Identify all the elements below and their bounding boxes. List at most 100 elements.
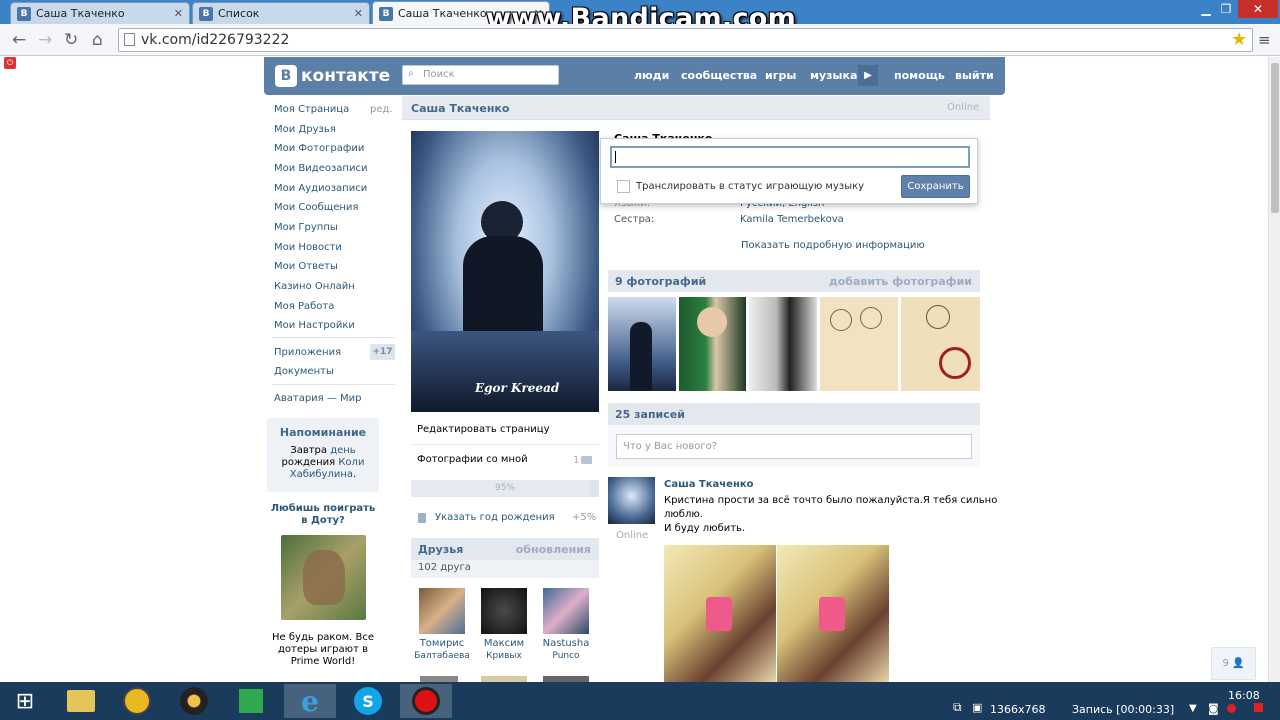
close-icon[interactable]: ✕ [354, 7, 363, 20]
start-button[interactable]: ⊞ [0, 684, 50, 718]
menu-news[interactable]: Мои Новости [274, 242, 342, 253]
chevron-down-icon[interactable]: ▼ [1189, 703, 1197, 714]
stop-icon[interactable] [1254, 703, 1263, 712]
vk-logo[interactable]: В контакте [275, 65, 390, 87]
close-icon[interactable]: ✕ [174, 7, 183, 20]
profile-avatar[interactable]: Egor Kreead [411, 131, 599, 412]
search-input[interactable]: ⌕ Поиск [402, 65, 559, 85]
photos-with-me-link[interactable]: Фотографии со мной [417, 454, 528, 465]
camera-icon[interactable]: ◙ [1208, 702, 1219, 715]
bandicam-taskbar-button[interactable] [400, 684, 452, 718]
show-details-link[interactable]: Показать подробную информацию [741, 240, 925, 251]
friend-avatar[interactable] [543, 588, 589, 634]
back-arrow-icon[interactable]: ← [12, 30, 26, 50]
photo-thumbnail[interactable] [901, 297, 980, 391]
nav-games[interactable]: игры [765, 69, 796, 82]
app-taskbar-button[interactable] [168, 684, 220, 718]
store-taskbar-button[interactable] [225, 684, 277, 718]
menu-icon[interactable]: ≡ [1258, 31, 1271, 49]
photo-thumbnail[interactable] [749, 297, 817, 391]
sister-value[interactable]: Kamila Temerbekova [740, 214, 844, 225]
browser-tab[interactable]: В Саша Ткаченко ✕ [10, 2, 190, 24]
menu-work[interactable]: Моя Работа [274, 301, 334, 312]
menu-friends[interactable]: Мои Друзья [274, 124, 336, 135]
record-dot-icon[interactable] [1227, 704, 1236, 713]
im-counter[interactable]: 9 👤 [1211, 647, 1256, 680]
scrollbar[interactable] [1268, 57, 1280, 683]
ad-text[interactable]: Не будь раком. Все дотеры играют в Prime… [267, 632, 379, 668]
friends-count[interactable]: 102 друга [411, 560, 599, 578]
menu-photos[interactable]: Мои Фотографии [274, 143, 364, 154]
camera-icon[interactable]: ▣ [972, 701, 982, 714]
menu-videos[interactable]: Мои Видеозаписи [274, 163, 367, 174]
star-icon[interactable]: ★ [1231, 29, 1247, 50]
broadcast-music-checkbox[interactable] [617, 180, 630, 193]
reminder-name-link[interactable]: Хабибулина [290, 469, 353, 480]
reload-icon[interactable]: ↻ [64, 30, 78, 50]
minimize-icon[interactable]: ▁ [1196, 0, 1216, 18]
skype-taskbar-button[interactable]: S [342, 684, 394, 718]
play-icon[interactable]: ▶ [858, 65, 878, 86]
photos-header[interactable]: 9 фотографий добавить фотографии [608, 270, 980, 292]
ie-taskbar-button[interactable]: e [284, 684, 336, 718]
photo-thumbnail[interactable] [679, 297, 746, 391]
lock-icon [418, 513, 426, 523]
home-icon[interactable]: ⌂ [92, 30, 103, 50]
browser-tab[interactable]: В Список ✕ [192, 2, 370, 24]
friend-card[interactable]: Nastusha Punco [536, 588, 596, 662]
posts-header[interactable]: 25 записей [608, 403, 980, 425]
forward-arrow-icon[interactable]: → [38, 30, 52, 50]
maximize-icon[interactable]: ❐ [1216, 0, 1236, 18]
menu-answers[interactable]: Мои Ответы [274, 261, 338, 272]
menu-my-page[interactable]: Моя Страница [274, 104, 349, 115]
menu-audio[interactable]: Мои Аудиозаписи [274, 183, 367, 194]
friend-card[interactable]: Томирис Балтабаева [412, 588, 472, 662]
window-close-icon[interactable]: ✕ [1238, 0, 1278, 18]
edit-page-link[interactable]: Редактировать страницу [417, 424, 550, 435]
window-icon[interactable]: ⧉ [953, 700, 962, 715]
post-author-avatar[interactable] [608, 477, 655, 524]
save-button[interactable]: Сохранить [901, 175, 970, 198]
broadcast-music-label: Транслировать в статус играющую музыку [636, 181, 865, 192]
whats-new-input[interactable]: Что у Вас нового? [616, 434, 972, 459]
birthday-hint-link[interactable]: Указать год рождения [435, 512, 555, 523]
friend-avatar[interactable] [419, 588, 465, 634]
post-photo[interactable] [777, 545, 889, 682]
menu-groups[interactable]: Мои Группы [274, 222, 338, 233]
nav-people[interactable]: люди [634, 69, 669, 82]
friend-card[interactable]: Максим Кривых [474, 588, 534, 662]
add-photos-link[interactable]: добавить фотографии [829, 275, 972, 288]
menu-casino[interactable]: Казино Онлайн [274, 281, 355, 292]
friends-updates-link[interactable]: обновления [516, 543, 591, 556]
store-icon [239, 689, 263, 713]
ad-title[interactable]: Любишь поиграть в Доту? [267, 503, 379, 527]
record-icon [412, 687, 440, 715]
reminder-name-link[interactable]: Коли [338, 457, 364, 468]
nav-communities[interactable]: сообщества [681, 69, 757, 82]
clock[interactable]: 16:08 [1228, 689, 1260, 702]
menu-apps[interactable]: Приложения [274, 347, 341, 358]
address-bar[interactable]: vk.com/id226793222 [118, 28, 1253, 52]
photo-thumbnail[interactable] [608, 297, 676, 391]
vk-favicon-icon: В [379, 6, 393, 21]
nav-logout[interactable]: выйти [955, 69, 994, 82]
menu-messages[interactable]: Мои Сообщения [274, 202, 358, 213]
friends-header[interactable]: Друзья обновления [411, 538, 599, 560]
power-icon[interactable]: ⏻ [4, 57, 16, 69]
post-author-name[interactable]: Саша Ткаченко [664, 479, 754, 490]
menu-avataria[interactable]: Аватария — Мир [274, 393, 362, 404]
ad-image[interactable] [281, 535, 366, 620]
ie-icon: e [301, 684, 319, 718]
menu-settings[interactable]: Мои Настройки [274, 320, 355, 331]
menu-edit-link[interactable]: ред. [370, 104, 393, 115]
nav-music[interactable]: музыка [810, 69, 857, 82]
reminder-link[interactable]: день [330, 445, 356, 456]
menu-documents[interactable]: Документы [274, 366, 334, 377]
photo-thumbnail[interactable] [820, 297, 898, 391]
explorer-taskbar-button[interactable] [55, 684, 107, 718]
friend-avatar[interactable] [481, 588, 527, 634]
nav-help[interactable]: помощь [894, 69, 945, 82]
globe-taskbar-button[interactable] [111, 684, 163, 718]
post-photo[interactable] [664, 545, 776, 682]
status-input[interactable] [610, 146, 970, 168]
